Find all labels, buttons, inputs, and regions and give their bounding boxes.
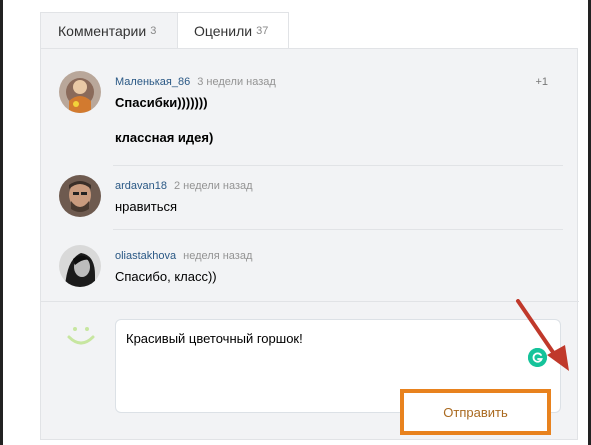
avatar[interactable] bbox=[59, 245, 101, 287]
comment-body: oliastakhova неделя назад Спасибо, класс)… bbox=[115, 249, 555, 284]
send-button[interactable]: Отправить bbox=[400, 389, 551, 435]
divider bbox=[113, 165, 563, 166]
window-edge-left bbox=[0, 0, 3, 445]
comment-text: Спасибо, класс)) bbox=[115, 269, 217, 284]
comment-text: Спасибки))))))) bbox=[115, 95, 208, 110]
like-count[interactable]: +1 bbox=[535, 76, 548, 88]
avatar[interactable] bbox=[59, 71, 101, 113]
tab-likes-count: 37 bbox=[256, 24, 269, 37]
comment-body: ardavan18 2 недели назад нравиться bbox=[115, 179, 555, 214]
comment-item: oliastakhova неделя назад Спасибо, класс)… bbox=[59, 245, 564, 295]
comment-author[interactable]: ardavan18 bbox=[115, 180, 167, 192]
tab-likes-label: Оценили bbox=[194, 22, 253, 39]
tab-comments-label: Комментарии bbox=[58, 22, 147, 39]
divider bbox=[113, 229, 563, 230]
comment-item: Маленькая_86 3 недели назад Спасибки)))))… bbox=[59, 71, 564, 167]
comment-time: неделя назад bbox=[183, 250, 253, 262]
comment-meta: oliastakhova неделя назад bbox=[115, 249, 555, 263]
send-button-label: Отправить bbox=[443, 404, 508, 420]
comment-author[interactable]: oliastakhova bbox=[115, 250, 176, 262]
comment-meta: Маленькая_86 3 недели назад bbox=[115, 75, 555, 89]
comment-author[interactable]: Маленькая_86 bbox=[115, 76, 190, 88]
smiley-icon[interactable] bbox=[63, 317, 99, 353]
comment-time: 2 недели назад bbox=[174, 180, 253, 192]
divider bbox=[41, 301, 579, 302]
comment-text: нравиться bbox=[115, 199, 178, 214]
tab-likes[interactable]: Оценили 37 bbox=[178, 12, 289, 48]
tab-comments[interactable]: Комментарии 3 bbox=[40, 12, 178, 48]
comments-panel: Маленькая_86 3 недели назад Спасибки)))))… bbox=[40, 48, 579, 440]
comment-meta: ardavan18 2 недели назад bbox=[115, 179, 555, 193]
comment-body: Маленькая_86 3 недели назад Спасибки)))))… bbox=[115, 75, 555, 145]
tab-comments-count: 3 bbox=[150, 24, 157, 37]
comment-item: ardavan18 2 недели назад нравиться bbox=[59, 175, 564, 225]
avatar[interactable] bbox=[59, 175, 101, 217]
comment-time: 3 недели назад bbox=[197, 76, 276, 88]
comment-input-value: Красивый цветочный горшок! bbox=[126, 331, 303, 346]
arrow-annotation bbox=[516, 299, 569, 371]
tab-bar: Комментарии 3 Оценили 37 bbox=[40, 12, 289, 49]
comment-text: классная идея) bbox=[115, 130, 214, 145]
